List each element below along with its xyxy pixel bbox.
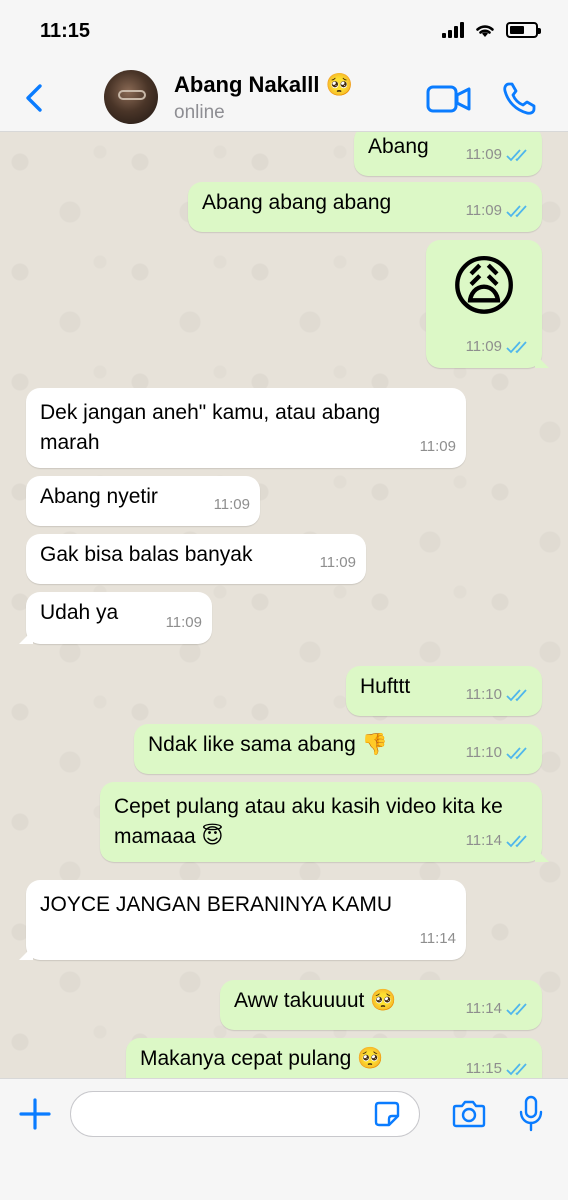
message-time: 11:09 bbox=[419, 438, 456, 455]
message-text: Ndak like sama abang 👎 bbox=[148, 733, 388, 756]
message-time: 11:09 bbox=[213, 496, 250, 513]
message-text: Abang abang abang bbox=[202, 191, 392, 214]
message-time: 11:09 bbox=[465, 202, 502, 219]
message-time: 11:10 bbox=[465, 686, 502, 703]
status-bar: 11:15 bbox=[0, 0, 568, 62]
message-time: 11:09 bbox=[165, 614, 202, 631]
camera-icon[interactable] bbox=[452, 1099, 486, 1129]
message-outgoing[interactable]: 😩 11:09 bbox=[426, 240, 542, 368]
message-outgoing[interactable]: Abang abang abang 11:09 bbox=[188, 182, 542, 232]
avatar[interactable] bbox=[104, 70, 158, 124]
message-incoming[interactable]: Abang nyetir 11:09 bbox=[26, 476, 260, 526]
wifi-icon bbox=[476, 25, 494, 37]
double-check-icon bbox=[506, 1003, 527, 1016]
video-camera-icon[interactable] bbox=[426, 84, 472, 114]
message-text: Gak bisa balas banyak bbox=[40, 543, 253, 566]
message-time: 11:14 bbox=[419, 930, 456, 947]
message-outgoing[interactable]: Aww takuuuut 🥺 11:14 bbox=[220, 980, 542, 1030]
chat-messages[interactable]: Abang 11:09 Abang abang abang 11:09 😩 11… bbox=[0, 132, 568, 1078]
message-time: 11:09 bbox=[465, 338, 502, 355]
message-emoji: 😩 bbox=[449, 249, 519, 323]
contact-status: online bbox=[174, 102, 225, 123]
status-icons bbox=[442, 22, 541, 38]
double-check-icon bbox=[506, 1063, 527, 1076]
message-text: JOYCE JANGAN BERANINYA KAMU bbox=[40, 893, 393, 916]
message-outgoing[interactable]: Ndak like sama abang 👎 11:10 bbox=[134, 724, 542, 774]
message-incoming[interactable]: Udah ya 11:09 bbox=[26, 592, 212, 644]
message-time: 11:15 bbox=[465, 1060, 502, 1077]
double-check-icon bbox=[506, 341, 527, 354]
message-text: Abang nyetir bbox=[40, 485, 158, 508]
message-incoming[interactable]: Gak bisa balas banyak 11:09 bbox=[26, 534, 366, 584]
plus-icon[interactable] bbox=[18, 1097, 52, 1131]
message-outgoing[interactable]: Makanya cepat pulang 🥺 11:15 bbox=[126, 1038, 542, 1078]
message-text: Aww takuuuut 🥺 bbox=[234, 989, 397, 1012]
chat-header: Abang Nakalll 🥺 online bbox=[0, 62, 568, 132]
battery-icon bbox=[506, 22, 541, 38]
message-incoming[interactable]: JOYCE JANGAN BERANINYA KAMU 11:14 bbox=[26, 880, 466, 960]
status-time: 11:15 bbox=[40, 20, 91, 42]
double-check-icon bbox=[506, 747, 527, 760]
double-check-icon bbox=[506, 149, 527, 162]
double-check-icon bbox=[506, 835, 527, 848]
sticker-icon[interactable] bbox=[374, 1101, 400, 1127]
double-check-icon bbox=[506, 205, 527, 218]
message-text: Abang bbox=[368, 135, 429, 158]
message-time: 11:09 bbox=[465, 146, 502, 163]
message-composer bbox=[0, 1078, 568, 1200]
message-time: 11:14 bbox=[465, 1000, 502, 1017]
message-text: Udah ya bbox=[40, 601, 119, 624]
chevron-left-icon[interactable] bbox=[20, 80, 48, 116]
phone-icon[interactable] bbox=[500, 80, 538, 118]
microphone-icon[interactable] bbox=[518, 1095, 544, 1133]
message-outgoing[interactable]: Cepet pulang atau aku kasih video kita k… bbox=[100, 782, 542, 862]
message-time: 11:09 bbox=[319, 554, 356, 571]
message-outgoing[interactable]: Abang 11:09 bbox=[354, 132, 542, 176]
message-text: Cepet pulang atau aku kasih video kita k… bbox=[114, 795, 503, 848]
message-text: Dek jangan aneh" kamu, atau abang marah bbox=[40, 401, 381, 454]
message-text: Hufttt bbox=[360, 675, 411, 698]
contact-name[interactable]: Abang Nakalll 🥺 bbox=[174, 72, 353, 98]
message-time: 11:14 bbox=[465, 832, 502, 849]
message-outgoing[interactable]: Hufttt 11:10 bbox=[346, 666, 542, 716]
message-incoming[interactable]: Dek jangan aneh" kamu, atau abang marah … bbox=[26, 388, 466, 468]
double-check-icon bbox=[506, 689, 527, 702]
message-input[interactable] bbox=[70, 1091, 420, 1137]
cellular-signal-icon bbox=[442, 22, 464, 38]
message-time: 11:10 bbox=[465, 744, 502, 761]
message-text: Makanya cepat pulang 🥺 bbox=[140, 1047, 384, 1070]
